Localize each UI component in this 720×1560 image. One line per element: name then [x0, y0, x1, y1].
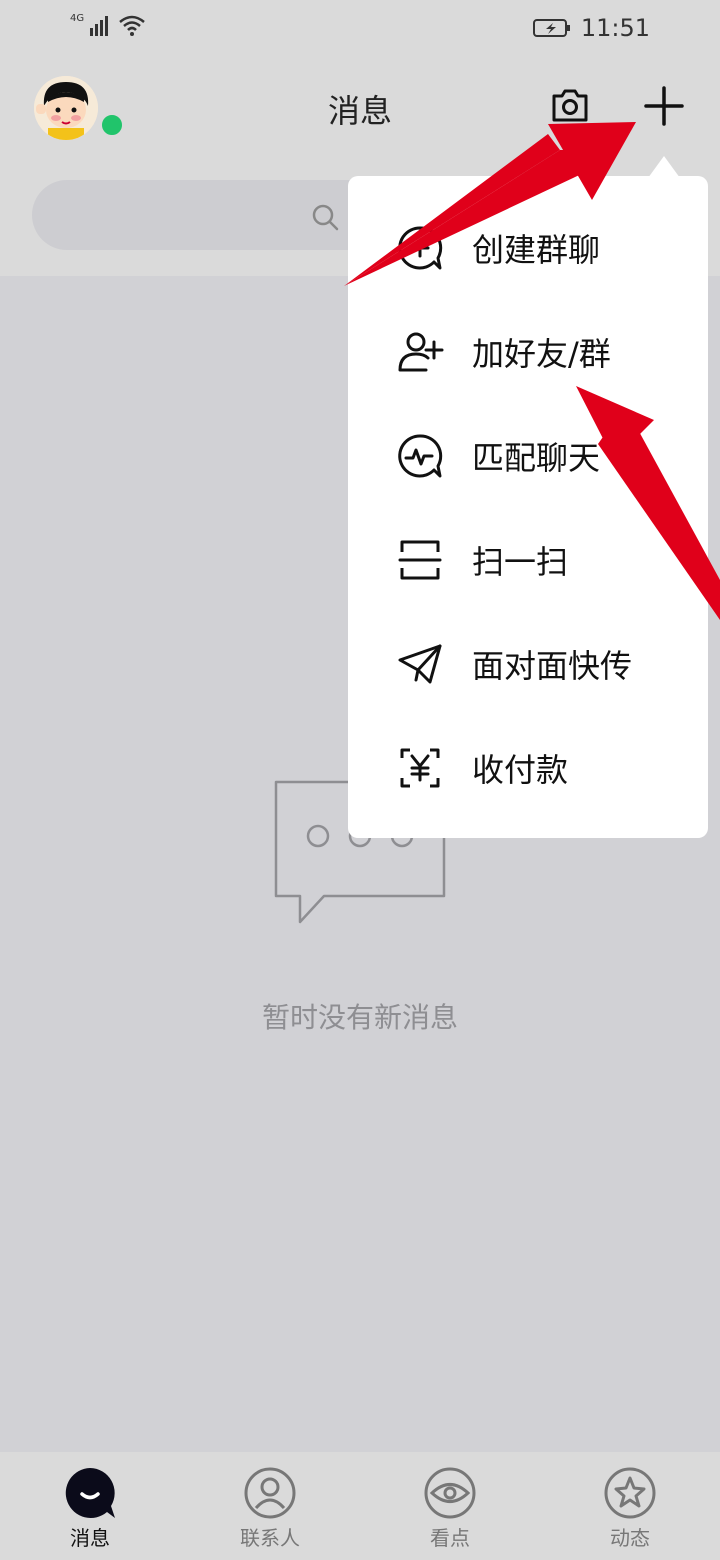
bottom-navigation: 消息 联系人 看点 动态	[0, 1452, 720, 1560]
search-icon	[312, 204, 339, 231]
menu-item-label: 扫一扫	[472, 543, 569, 581]
star-icon	[604, 1467, 656, 1519]
camera-button[interactable]	[548, 84, 592, 128]
network-type: 4G	[70, 13, 85, 24]
scan-icon	[398, 540, 442, 580]
menu-item-scan[interactable]: 扫一扫	[348, 508, 708, 612]
camera-icon	[552, 89, 588, 122]
message-bubble-icon	[65, 1468, 115, 1518]
nav-label: 动态	[610, 1526, 650, 1550]
nav-item-contacts[interactable]: 联系人	[180, 1452, 360, 1560]
nav-item-discover[interactable]: 看点	[360, 1452, 540, 1560]
plus-icon	[644, 86, 684, 126]
menu-item-label: 加好友/群	[472, 335, 611, 373]
menu-item-face-transfer[interactable]: 面对面快传	[348, 612, 708, 716]
empty-state-message: 暂时没有新消息	[261, 1001, 458, 1034]
nav-item-moments[interactable]: 动态	[540, 1452, 720, 1560]
paper-plane-icon	[398, 644, 442, 684]
eye-icon	[424, 1467, 476, 1519]
menu-item-label: 面对面快传	[472, 647, 633, 685]
match-chat-icon	[398, 434, 443, 478]
status-right: 11:51	[532, 14, 650, 42]
payment-yuan-icon	[400, 748, 440, 788]
menu-item-label: 匹配聊天	[472, 439, 601, 477]
plus-dropdown-menu: 创建群聊 加好友/群 匹配聊天 扫一扫 面对面快传 收付款	[348, 176, 708, 838]
wifi-icon	[119, 15, 145, 36]
plus-button[interactable]	[640, 82, 688, 130]
menu-item-label: 收付款	[472, 751, 569, 789]
status-left: 4G	[70, 13, 146, 36]
nav-label: 联系人	[240, 1526, 300, 1550]
status-bar: 4G 11:51	[0, 0, 720, 56]
page-title: 消息	[327, 92, 392, 130]
menu-item-match-chat[interactable]: 匹配聊天	[348, 404, 708, 508]
nav-label: 看点	[430, 1526, 470, 1550]
signal-icon	[90, 16, 109, 36]
menu-item-create-group[interactable]: 创建群聊	[348, 196, 708, 300]
battery-charging-icon	[532, 19, 570, 37]
menu-item-payment[interactable]: 收付款	[348, 716, 708, 820]
nav-item-messages[interactable]: 消息	[0, 1452, 180, 1560]
nav-label: 消息	[70, 1526, 110, 1550]
menu-pointer	[648, 156, 680, 178]
top-header: 消息	[0, 56, 720, 166]
menu-item-add-friend[interactable]: 加好友/群	[348, 300, 708, 404]
menu-item-label: 创建群聊	[472, 231, 601, 269]
contacts-icon	[244, 1467, 296, 1519]
clock-time: 11:51	[580, 14, 650, 42]
add-friend-icon	[398, 332, 444, 372]
create-group-chat-icon	[398, 226, 443, 270]
